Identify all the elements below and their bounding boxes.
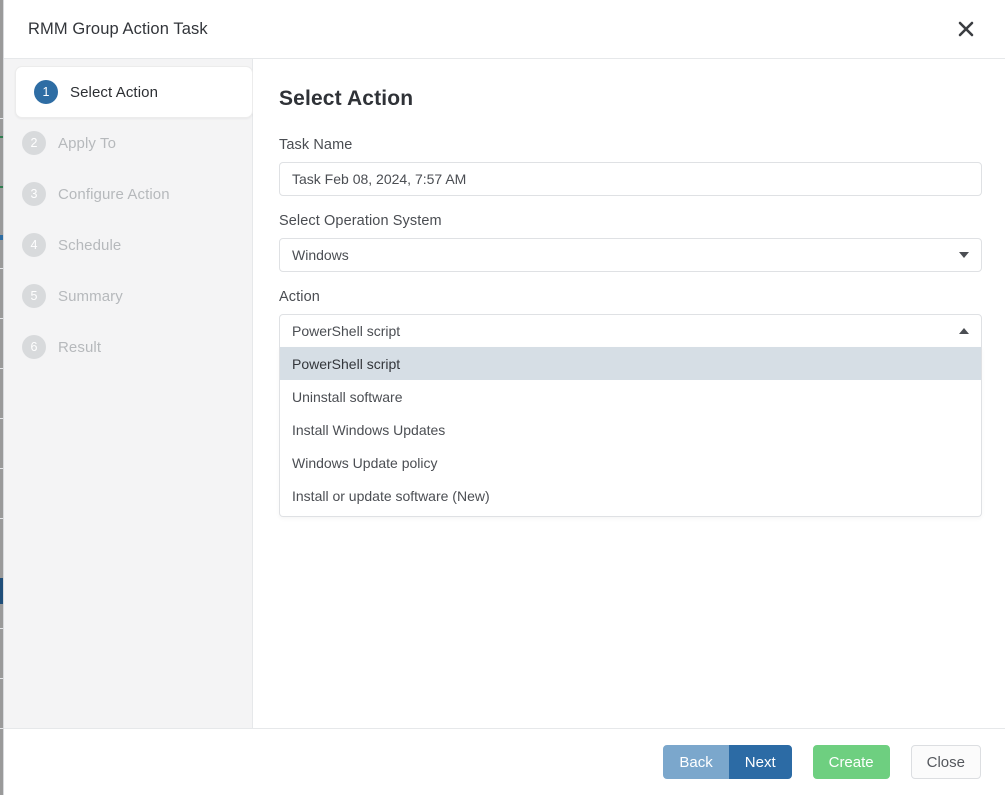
modal-body: 1 Select Action 2 Apply To 3 Configure A… <box>4 59 1005 728</box>
sidebar-item-label: Summary <box>58 288 123 305</box>
modal-header: RMM Group Action Task <box>4 0 1005 59</box>
operating-system-value: Windows <box>292 247 349 263</box>
task-name-input[interactable] <box>279 162 982 196</box>
action-field-group: Action PowerShell script PowerShell scri… <box>279 289 982 348</box>
back-button[interactable]: Back <box>663 745 728 779</box>
operating-system-label: Select Operation System <box>279 213 982 229</box>
chevron-up-icon <box>959 328 969 334</box>
action-option-install-windows-updates[interactable]: Install Windows Updates <box>280 413 981 446</box>
sidebar-item-label: Configure Action <box>58 186 170 203</box>
task-name-label: Task Name <box>279 137 982 153</box>
step-number-badge: 3 <box>22 182 46 206</box>
next-button[interactable]: Next <box>729 745 792 779</box>
action-option-uninstall-software[interactable]: Uninstall software <box>280 380 981 413</box>
action-label: Action <box>279 289 982 305</box>
action-option-windows-update-policy[interactable]: Windows Update policy <box>280 446 981 479</box>
action-dropdown-menu: PowerShell script Uninstall software Ins… <box>279 347 982 517</box>
sidebar-item-configure-action[interactable]: 3 Configure Action <box>4 169 252 219</box>
sidebar-item-label: Apply To <box>58 135 116 152</box>
action-option-install-or-update-software[interactable]: Install or update software (New) <box>280 479 981 512</box>
sidebar-item-summary[interactable]: 5 Summary <box>4 271 252 321</box>
step-number-badge: 1 <box>34 80 58 104</box>
close-icon[interactable] <box>949 12 983 46</box>
sidebar-item-select-action[interactable]: 1 Select Action <box>15 66 253 118</box>
task-name-field-group: Task Name <box>279 137 982 196</box>
wizard-stepper: 1 Select Action 2 Apply To 3 Configure A… <box>4 59 253 728</box>
create-button[interactable]: Create <box>813 745 890 779</box>
sidebar-item-label: Schedule <box>58 237 121 254</box>
chevron-down-icon <box>959 252 969 258</box>
step-number-badge: 6 <box>22 335 46 359</box>
step-number-badge: 5 <box>22 284 46 308</box>
step-number-badge: 2 <box>22 131 46 155</box>
step-content-panel: Select Action Task Name Select Operation… <box>253 59 1005 728</box>
modal-footer: Back Next Create Close <box>4 728 1005 795</box>
sidebar-item-result[interactable]: 6 Result <box>4 322 252 372</box>
step-number-badge: 4 <box>22 233 46 257</box>
page-title: Select Action <box>279 87 982 111</box>
action-select[interactable]: PowerShell script <box>279 314 982 348</box>
modal-title: RMM Group Action Task <box>28 20 208 39</box>
sidebar-item-schedule[interactable]: 4 Schedule <box>4 220 252 270</box>
rmm-group-action-task-modal: RMM Group Action Task 1 Select Action 2 … <box>3 0 1005 795</box>
close-button[interactable]: Close <box>911 745 981 779</box>
operating-system-field-group: Select Operation System Windows <box>279 213 982 272</box>
sidebar-item-label: Result <box>58 339 101 356</box>
navigation-button-group: Back Next <box>663 745 791 779</box>
action-value: PowerShell script <box>292 323 400 339</box>
operating-system-select[interactable]: Windows <box>279 238 982 272</box>
sidebar-item-apply-to[interactable]: 2 Apply To <box>4 118 252 168</box>
action-option-powershell-script[interactable]: PowerShell script <box>280 347 981 380</box>
sidebar-item-label: Select Action <box>70 84 158 101</box>
